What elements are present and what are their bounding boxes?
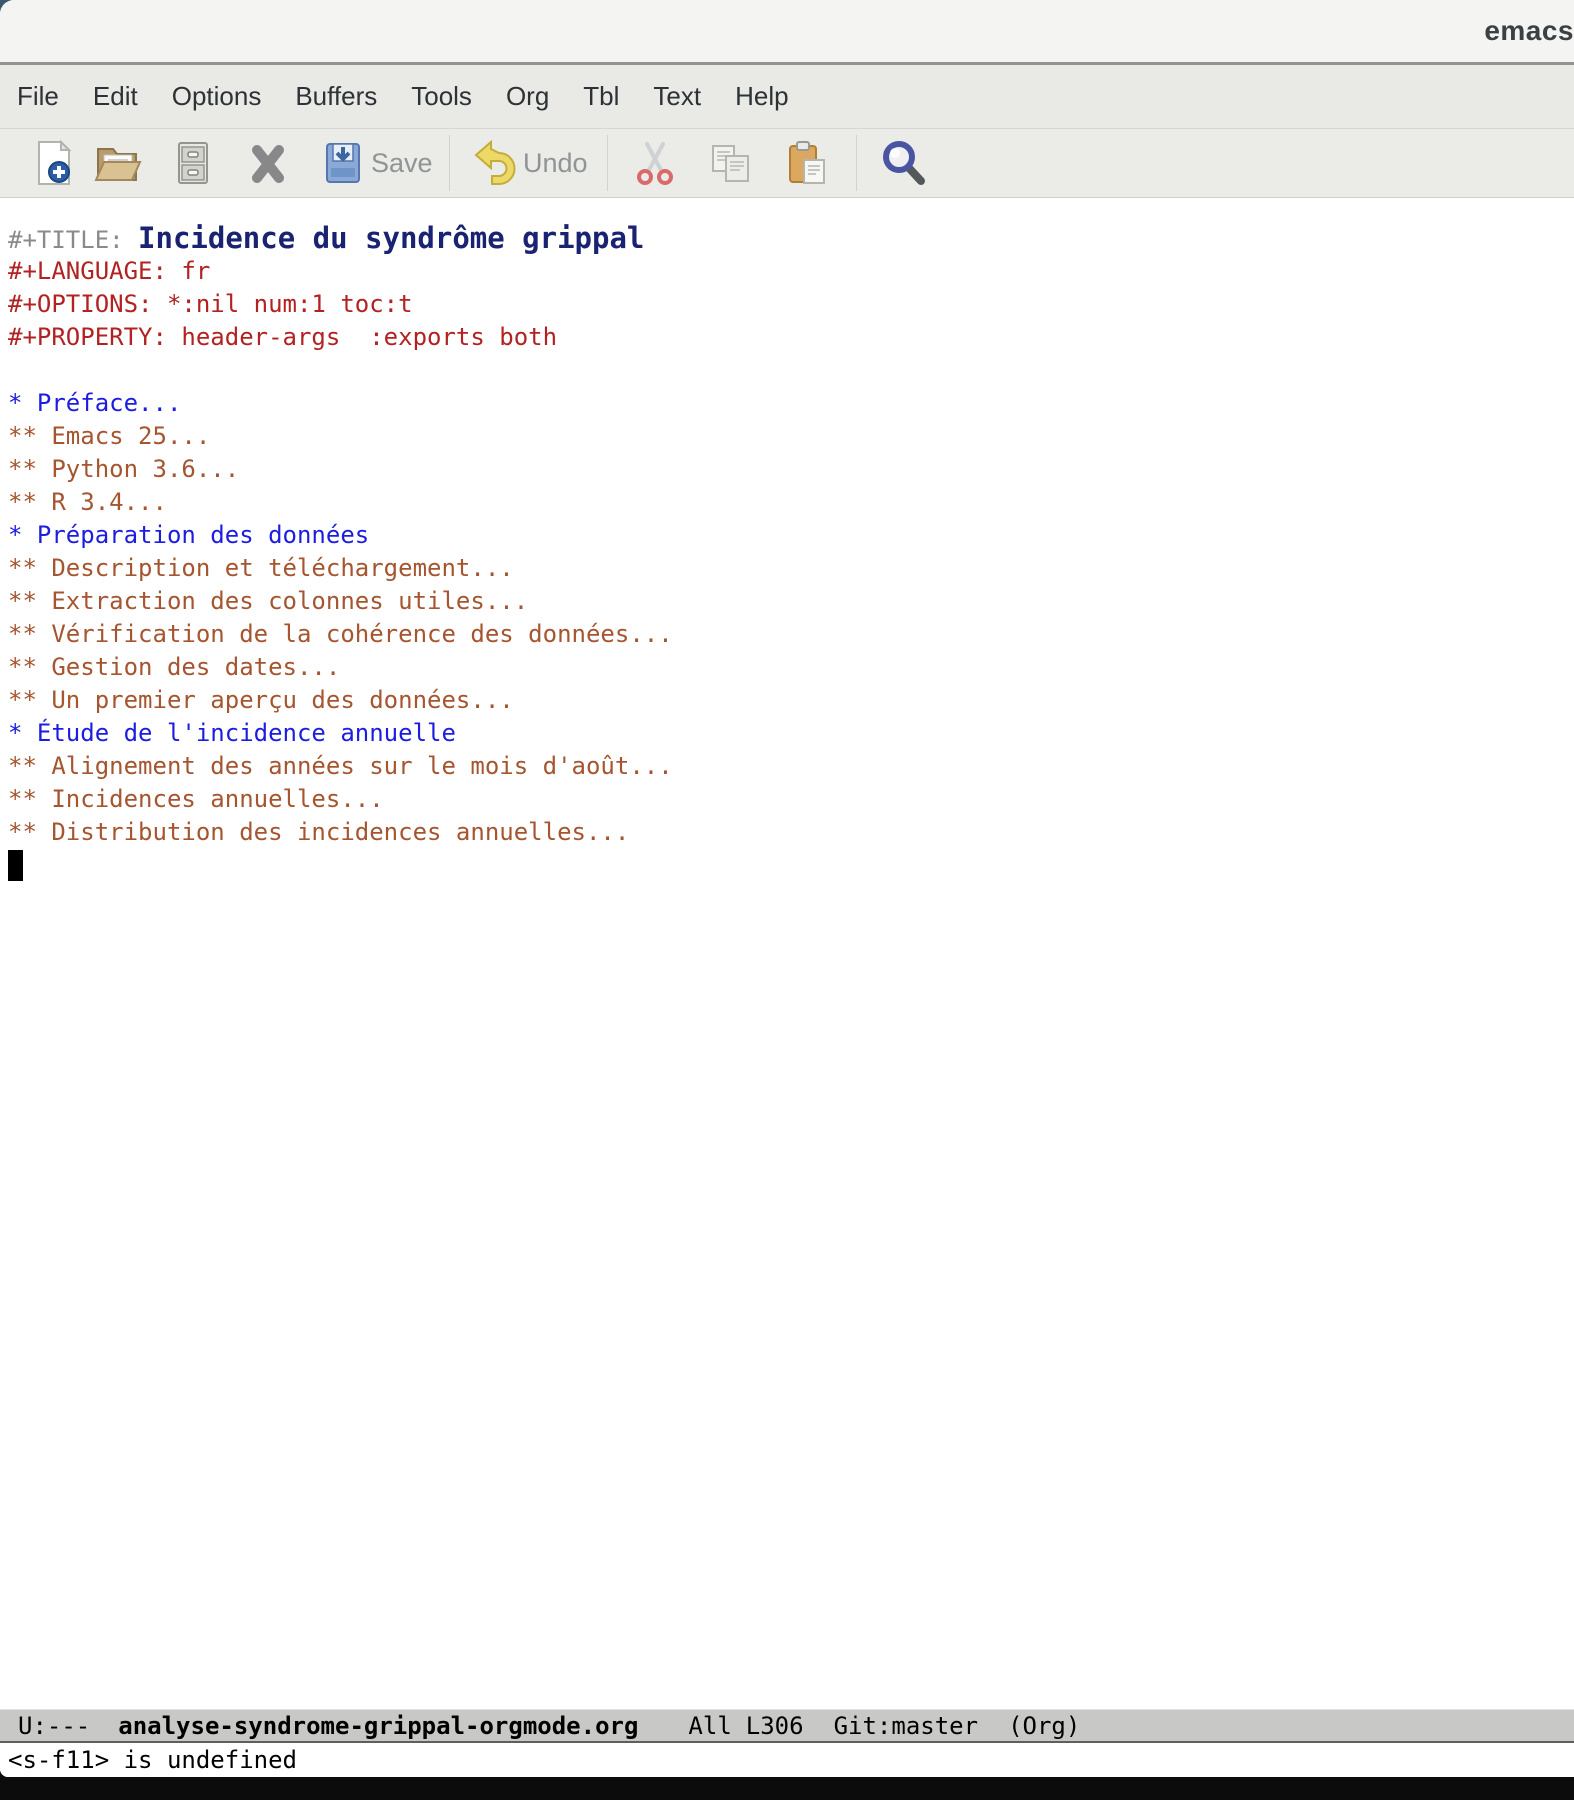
org-meta-line[interactable]: #+LANGUAGE: fr [8,255,1574,288]
scissors-icon [631,139,679,187]
close-x-icon [244,139,292,187]
org-meta-line[interactable]: #+OPTIONS: *:nil num:1 toc:t [8,288,1574,321]
paste-button[interactable] [782,139,830,187]
org-heading-level2[interactable]: ** Distribution des incidences annuelles… [8,816,1574,849]
undo-button[interactable]: Undo [471,139,588,187]
org-heading-level1[interactable]: * Préparation des données [8,519,1574,552]
cursor-line[interactable] [8,849,1574,882]
menu-item-text[interactable]: Text [638,81,716,112]
org-document-title: Incidence du syndrôme grippal [138,221,644,255]
modeline-status[interactable]: U:--- [18,1712,90,1740]
menu-item-edit[interactable]: Edit [78,81,153,112]
cut-button[interactable] [631,139,679,187]
org-heading-level2[interactable]: ** Emacs 25... [8,420,1574,453]
org-heading-level2[interactable]: ** Python 3.6... [8,453,1574,486]
menubar: File Edit Options Buffers Tools Org Tbl … [0,65,1574,128]
open-folder-icon [94,139,142,187]
open-file-button[interactable] [94,139,142,187]
new-file-button[interactable] [31,139,79,187]
menu-item-org[interactable]: Org [491,81,564,112]
org-meta-line[interactable]: #+PROPERTY: header-args :exports both [8,321,1574,354]
org-heading-level2[interactable]: ** Extraction des colonnes utiles... [8,585,1574,618]
save-buffer-button[interactable]: Save [319,139,433,187]
save-icon [319,139,367,187]
menu-item-options[interactable]: Options [157,81,277,112]
file-cabinet-icon [169,139,217,187]
window-title: emacs [1484,15,1574,47]
save-button-label: Save [371,148,433,179]
copy-icon [707,139,755,187]
modeline-major-mode[interactable]: (Org) [1008,1712,1080,1740]
toolbar: Save Undo [0,128,1574,198]
menu-item-buffers[interactable]: Buffers [280,81,392,112]
modeline-line-number[interactable]: L306 [746,1712,804,1740]
menu-item-file[interactable]: File [2,81,74,112]
echo-message: <s-f11> is undefined [8,1746,297,1774]
magnifier-icon [879,139,927,187]
blank-line[interactable] [8,354,1574,387]
echo-area[interactable]: <s-f11> is undefined [0,1743,1574,1777]
text-cursor [8,850,23,881]
desktop-background-strip [0,1777,1574,1800]
modeline[interactable]: U:--- analyse-syndrome-grippal-orgmode.o… [0,1709,1574,1743]
org-heading-level1[interactable]: * Préface... [8,387,1574,420]
org-heading-level2[interactable]: ** R 3.4... [8,486,1574,519]
copy-button[interactable] [707,139,755,187]
org-heading-level1[interactable]: * Étude de l'incidence annuelle [8,717,1574,750]
org-title-keyword: #+TITLE: [8,226,138,254]
toolbar-separator [607,135,608,191]
org-heading-level2[interactable]: ** Incidences annuelles... [8,783,1574,816]
undo-button-label: Undo [523,148,588,179]
emacs-window: emacs File Edit Options Buffers Tools Or… [0,0,1574,1777]
org-heading-level2[interactable]: ** Gestion des dates... [8,651,1574,684]
clipboard-icon [782,139,830,187]
modeline-position[interactable]: All [688,1712,731,1740]
open-directory-button[interactable] [169,139,217,187]
search-button[interactable] [879,139,927,187]
org-heading-level2[interactable]: ** Description et téléchargement... [8,552,1574,585]
titlebar[interactable]: emacs [0,0,1574,65]
new-file-icon [31,139,79,187]
org-heading-level2[interactable]: ** Vérification de la cohérence des donn… [8,618,1574,651]
undo-icon [471,139,519,187]
toolbar-separator [449,135,450,191]
modeline-buffer-name[interactable]: analyse-syndrome-grippal-orgmode.org [118,1712,638,1740]
org-heading-level2[interactable]: ** Alignement des années sur le mois d'a… [8,750,1574,783]
buffer-content[interactable]: #+TITLE: Incidence du syndrôme grippal #… [0,198,1574,1709]
menu-item-help[interactable]: Help [720,81,803,112]
toolbar-separator [856,135,857,191]
org-heading-level2[interactable]: ** Un premier aperçu des données... [8,684,1574,717]
org-keyword-line[interactable]: #+TITLE: Incidence du syndrôme grippal [8,222,1574,255]
modeline-vc-status[interactable]: Git:master [834,1712,979,1740]
menu-item-tbl[interactable]: Tbl [568,81,634,112]
menu-item-tools[interactable]: Tools [396,81,487,112]
close-buffer-button[interactable] [244,139,292,187]
